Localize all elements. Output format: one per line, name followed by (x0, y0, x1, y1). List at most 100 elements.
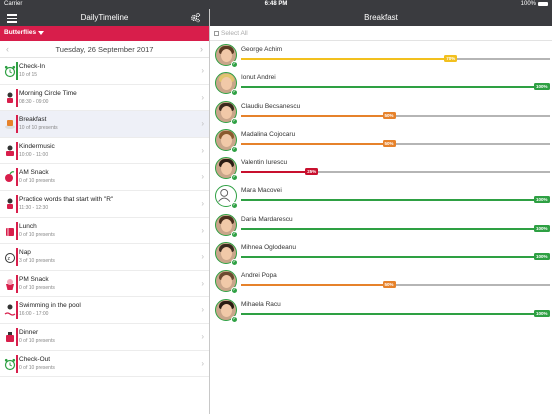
settings-gears-icon[interactable] (190, 12, 201, 23)
present-check-icon: ✓ (231, 287, 238, 295)
child-row[interactable]: ✓ Ionut Andrei 100% (210, 69, 552, 97)
progress-track[interactable]: 25% (241, 168, 550, 176)
progress-track[interactable]: 50% (241, 139, 550, 147)
progress-track[interactable]: 50% (241, 111, 550, 119)
attendance-pane: Breakfast Select All ✓ George Achim 70% ✓ Io… (209, 9, 552, 414)
nap-icon: z (4, 250, 16, 264)
progress-fill (241, 312, 550, 315)
snack-icon (4, 170, 16, 184)
activity-subtitle: 3 of 10 presents (19, 258, 55, 265)
activities-pane: DailyTimeline Butterflies ‹ Tuesday, 26 … (0, 9, 209, 414)
present-check-icon: ✓ (231, 89, 238, 97)
dropdown-caret-icon (38, 30, 45, 35)
group-selector[interactable]: Butterflies (4, 29, 45, 36)
progress-track[interactable]: 100% (241, 224, 550, 232)
music-icon (4, 144, 16, 158)
child-row[interactable]: ✓ Andrei Popa 50% (210, 267, 552, 295)
chevron-right-icon: › (201, 66, 204, 75)
progress-track[interactable]: 70% (241, 55, 550, 62)
activity-subtitle: 0 of 10 presents (19, 178, 55, 185)
activity-color-bar (16, 141, 18, 160)
chevron-right-icon: › (201, 252, 204, 262)
letters-icon (4, 197, 16, 211)
progress-badge: 25% (305, 168, 319, 176)
activity-name: Lunch (19, 222, 37, 230)
progress-badge: 50% (382, 281, 396, 289)
progress-track[interactable]: 100% (241, 83, 550, 91)
clock: 6:48 PM (264, 1, 288, 7)
cupcake-icon (4, 277, 16, 291)
child-row[interactable]: ✓ Mihnea Oglodeanu 100% (210, 239, 552, 267)
present-check-icon: ✓ (231, 117, 238, 125)
activity-subtitle: 0 of 10 presents (19, 364, 55, 371)
chevron-right-icon: › (201, 358, 204, 368)
select-all-checkbox[interactable] (214, 31, 219, 36)
activity-item[interactable]: Kindermusic 10:00 - 11:00 › (0, 138, 209, 165)
activity-item[interactable]: Dinner 0 of 10 presents › (0, 324, 209, 351)
activity-name: AM Snack (19, 169, 49, 177)
progress-track[interactable]: 100% (241, 309, 550, 317)
activity-item[interactable]: AM Snack 0 of 10 presents › (0, 164, 209, 191)
alarm-clock-icon (4, 64, 16, 78)
activity-item[interactable]: Practice words that start with "R" 11:30 … (0, 191, 209, 218)
child-name: Claudiu Becsanescu (241, 102, 301, 110)
child-name: Madalina Cojocaru (241, 130, 296, 138)
present-check-icon: ✓ (231, 145, 238, 153)
activity-name: Kindermusic (19, 142, 55, 150)
swimming-icon (4, 303, 16, 317)
child-name: Mara Macovei (241, 187, 282, 195)
present-check-icon: ✓ (231, 174, 238, 182)
child-row[interactable]: ✓ Claudiu Becsanescu 50% (210, 98, 552, 126)
activity-item[interactable]: Swimming in the pool 16:00 - 17:00 › (0, 297, 209, 324)
child-name: Andrei Popa (241, 272, 277, 280)
activity-item[interactable]: Lunch 0 of 10 presents › (0, 218, 209, 245)
progress-track[interactable]: 100% (241, 196, 550, 204)
activity-item[interactable]: Breakfast 10 of 10 presents › (0, 111, 209, 138)
activity-color-bar (16, 354, 18, 373)
group-name: Butterflies (4, 29, 37, 36)
activity-item[interactable]: Check-In 10 of 15 › (0, 58, 209, 85)
activity-subtitle: 08:30 - 09:00 (19, 98, 49, 105)
child-row[interactable]: ✓ Daria Mardarescu 100% (210, 211, 552, 239)
battery-percent: 100% (520, 1, 536, 7)
group-bar: Butterflies (0, 26, 209, 41)
activity-subtitle: 11:30 - 12:30 (19, 204, 49, 211)
date-navigator: ‹ Tuesday, 26 September 2017 › (0, 41, 209, 58)
progress-track[interactable]: 50% (241, 281, 550, 289)
activity-color-bar (16, 168, 18, 187)
activity-color-bar (16, 88, 18, 107)
activity-name: Breakfast (19, 116, 47, 124)
child-row[interactable]: ✓ Madalina Cojocaru 50% (210, 126, 552, 154)
chevron-right-icon: › (201, 172, 204, 182)
activity-subtitle: 0 of 10 presents (19, 337, 55, 344)
next-day-icon[interactable]: › (200, 44, 203, 54)
activity-color-bar (16, 62, 18, 80)
chevron-right-icon: › (201, 119, 204, 129)
child-row[interactable]: ✓ George Achim 70% (210, 41, 552, 69)
activity-item[interactable]: Morning Circle Time 08:30 - 09:00 › (0, 85, 209, 112)
present-check-icon: ✓ (231, 230, 238, 238)
progress-fill (241, 86, 550, 89)
chevron-right-icon: › (201, 225, 204, 235)
present-check-icon: ✓ (231, 315, 238, 323)
select-all[interactable]: Select All (210, 26, 552, 41)
activity-color-bar (16, 327, 18, 346)
alarm-clock-icon (4, 357, 16, 371)
activity-item[interactable]: PM Snack 0 of 10 presents › (0, 271, 209, 298)
progress-track[interactable]: 100% (241, 253, 550, 261)
right-navbar: Breakfast (210, 9, 552, 26)
child-row[interactable]: ✓ Mara Macovei 100% (210, 182, 552, 210)
progress-fill (241, 114, 396, 117)
activity-item[interactable]: Check-Out 0 of 10 presents › (0, 351, 209, 378)
activity-subtitle: 10 of 10 presents (19, 125, 58, 132)
child-row[interactable]: ✓ Mihaela Racu 100% (210, 296, 552, 324)
activity-subtitle: 10 of 15 (19, 72, 38, 78)
child-name: Mihaela Racu (241, 300, 281, 308)
dinner-icon (4, 330, 16, 344)
progress-fill (241, 256, 550, 259)
child-row[interactable]: ✓ Valentin Iurescu 25% (210, 154, 552, 182)
activity-item[interactable]: z Nap 3 of 10 presents › (0, 244, 209, 271)
activity-name: PM Snack (19, 275, 49, 283)
progress-badge: 100% (534, 309, 550, 317)
progress-badge: 100% (534, 83, 550, 91)
